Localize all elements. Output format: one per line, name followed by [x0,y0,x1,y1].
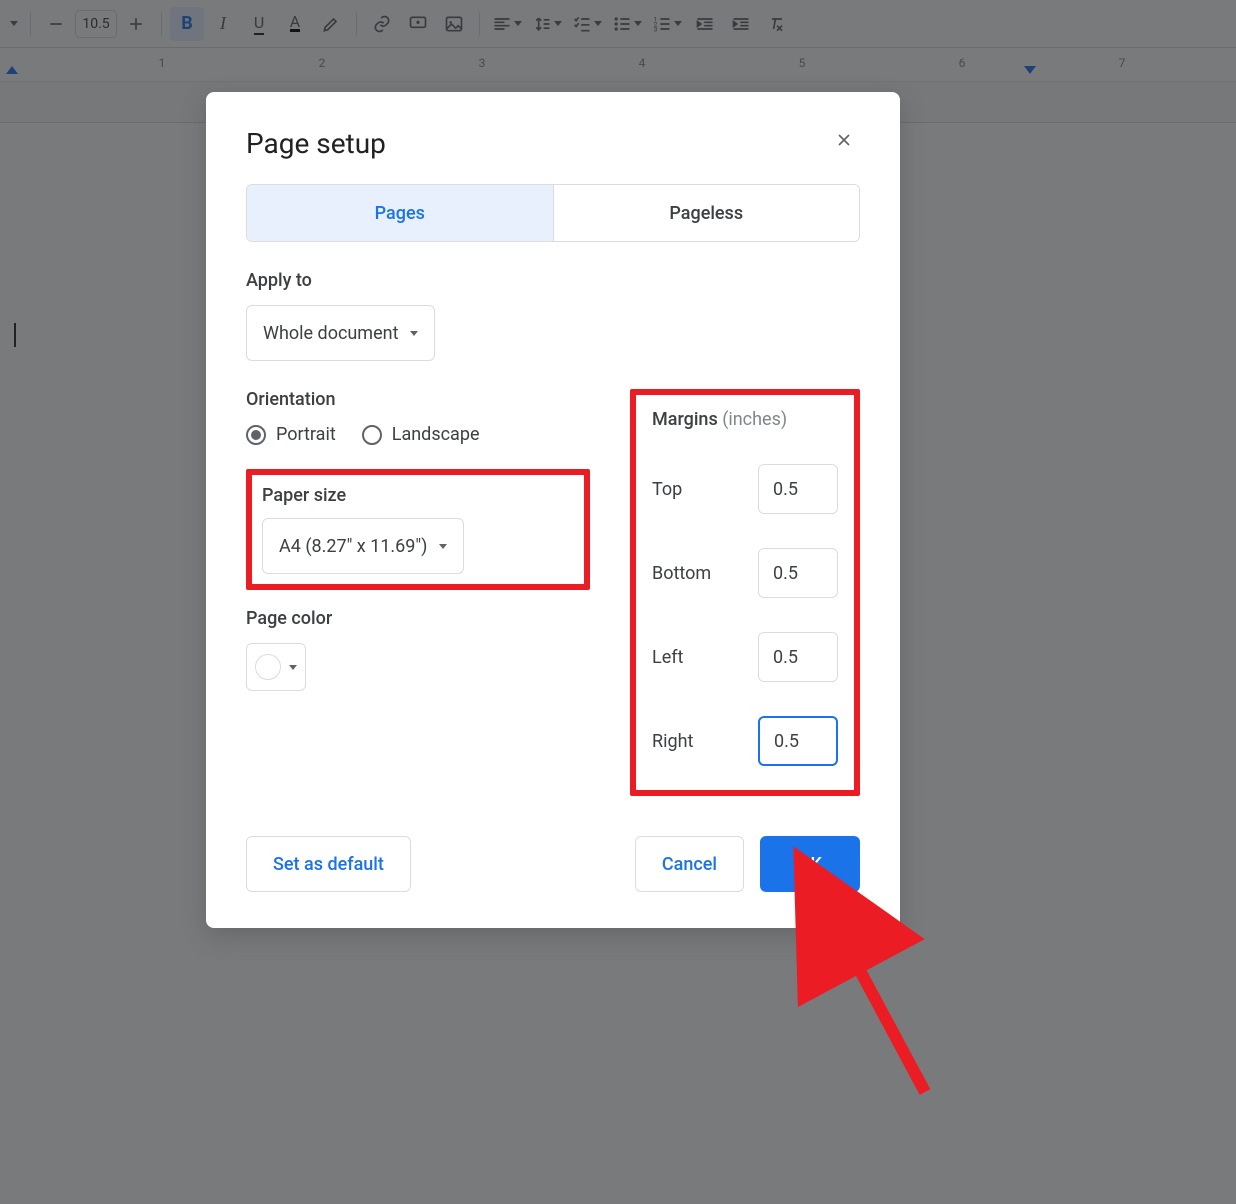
margin-bottom-input[interactable] [758,548,838,598]
chevron-down-icon [289,665,297,670]
orientation-portrait-label: Portrait [276,424,336,445]
close-button[interactable] [828,124,860,162]
orientation-landscape-label: Landscape [392,424,480,445]
orientation-label: Orientation [246,389,590,410]
cancel-button[interactable]: Cancel [635,836,744,892]
margin-right-input[interactable] [758,716,838,766]
paper-size-select[interactable]: A4 (8.27" x 11.69") [262,518,464,574]
page-setup-dialog: Page setup Pages Pageless Apply to Whole… [206,92,900,928]
chevron-down-icon [410,331,418,336]
radio-checked-icon [246,425,266,445]
chevron-down-icon [439,544,447,549]
tab-pages[interactable]: Pages [247,185,553,241]
page-color-label: Page color [246,608,590,629]
margin-bottom-label: Bottom [652,563,711,584]
margin-right-label: Right [652,731,693,752]
radio-unchecked-icon [362,425,382,445]
margin-top-label: Top [652,479,682,500]
tab-pageless[interactable]: Pageless [553,185,860,241]
paper-size-label: Paper size [262,485,574,506]
tab-row: Pages Pageless [246,184,860,242]
margin-left-input[interactable] [758,632,838,682]
page-color-select[interactable] [246,643,306,691]
ok-button[interactable]: OK [760,836,860,892]
orientation-landscape-radio[interactable]: Landscape [362,424,480,445]
set-as-default-button[interactable]: Set as default [246,836,411,892]
margin-top-input[interactable] [758,464,838,514]
orientation-portrait-radio[interactable]: Portrait [246,424,336,445]
margins-label: Margins (inches) [652,409,838,430]
dialog-title: Page setup [246,127,386,160]
margins-highlight: Margins (inches) Top Bottom Left Right [630,389,860,796]
apply-to-label: Apply to [246,270,860,291]
apply-to-select[interactable]: Whole document [246,305,435,361]
color-swatch-icon [255,654,281,680]
paper-size-highlight: Paper size A4 (8.27" x 11.69") [246,469,590,590]
paper-size-value: A4 (8.27" x 11.69") [279,536,427,557]
apply-to-value: Whole document [263,323,398,344]
margin-left-label: Left [652,647,683,668]
